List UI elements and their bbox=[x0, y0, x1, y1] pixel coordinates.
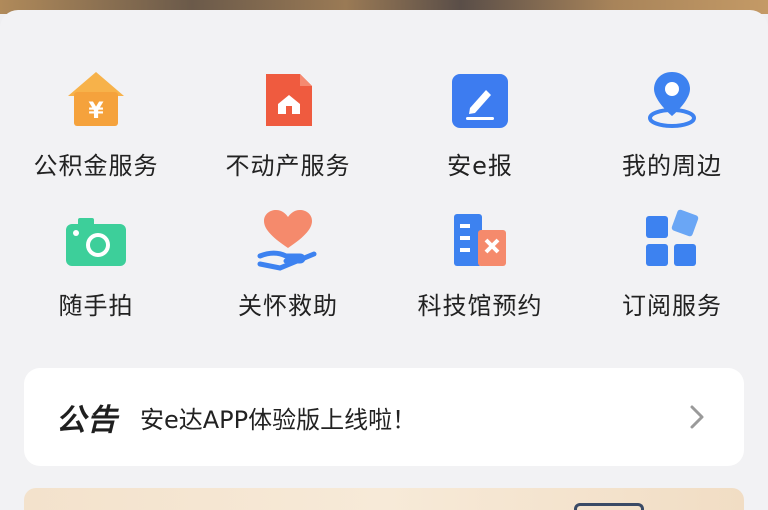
service-label: 订阅服务 bbox=[622, 292, 722, 320]
service-nearby[interactable]: 我的周边 bbox=[576, 68, 768, 208]
service-snapshot[interactable]: 随手拍 bbox=[0, 208, 192, 348]
service-science-museum[interactable]: 科技馆预约 bbox=[384, 208, 576, 348]
service-label: 科技馆预约 bbox=[417, 292, 543, 320]
edit-report-icon bbox=[448, 68, 512, 132]
location-pin-icon bbox=[640, 68, 704, 132]
service-care-relief[interactable]: 关怀救助 bbox=[192, 208, 384, 348]
service-housing-fund[interactable]: ¥ 公积金服务 bbox=[0, 68, 192, 208]
chevron-right-icon bbox=[690, 405, 704, 429]
house-yuan-icon: ¥ bbox=[64, 68, 128, 132]
announcement-logo: 公告 bbox=[56, 403, 118, 438]
service-label: 安e报 bbox=[447, 152, 513, 180]
property-doc-icon bbox=[256, 68, 320, 132]
service-label: 不动产服务 bbox=[225, 152, 351, 180]
service-subscription[interactable]: 订阅服务 bbox=[576, 208, 768, 348]
heart-hand-icon bbox=[256, 208, 320, 272]
service-label: 公积金服务 bbox=[33, 152, 159, 180]
service-label: 随手拍 bbox=[58, 292, 134, 320]
service-label: 关怀救助 bbox=[238, 292, 338, 320]
banner-device-graphic bbox=[574, 503, 644, 510]
building-booking-icon bbox=[448, 208, 512, 272]
service-an-e-bao[interactable]: 安e报 bbox=[384, 68, 576, 208]
announcement-bar[interactable]: 公告 安e达APP体验版上线啦！ bbox=[24, 368, 744, 466]
announcement-text: 安e达APP体验版上线啦！ bbox=[140, 405, 417, 434]
service-grid: ¥ 公积金服务 不动产服务 安e报 我的周边 随手拍 关怀救助 科技馆预约 订阅… bbox=[0, 68, 768, 348]
service-real-estate[interactable]: 不动产服务 bbox=[192, 68, 384, 208]
camera-icon bbox=[64, 208, 128, 272]
subscribe-blocks-icon bbox=[640, 208, 704, 272]
svg-text:¥: ¥ bbox=[88, 99, 104, 124]
service-label: 我的周边 bbox=[622, 152, 722, 180]
